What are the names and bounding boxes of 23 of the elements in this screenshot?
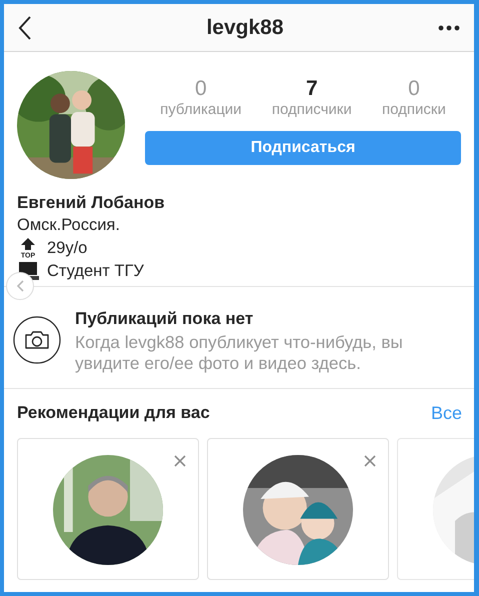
stat-label: публикации bbox=[160, 101, 242, 118]
chevron-left-icon bbox=[16, 280, 24, 292]
stat-label: подписки bbox=[382, 101, 446, 118]
back-icon[interactable] bbox=[18, 16, 32, 40]
bio-text: Студент ТГУ bbox=[47, 260, 144, 280]
stat-count: 0 bbox=[408, 77, 420, 101]
scroll-left-button[interactable] bbox=[6, 272, 34, 300]
username-title: levgk88 bbox=[206, 16, 284, 40]
stat-label: подписчики bbox=[272, 101, 352, 118]
profile-name: Евгений Лобанов bbox=[17, 193, 166, 213]
camera-icon bbox=[13, 316, 61, 364]
empty-message: Когда levgk88 опубликует что-нибудь, вы увидите его/ее фото и видео здесь. bbox=[75, 332, 404, 374]
bio-text: 29y/o bbox=[47, 238, 88, 258]
stat-count: 7 bbox=[306, 77, 318, 101]
follow-button[interactable]: Подписаться bbox=[145, 131, 461, 165]
section-title: Рекомендации для вас bbox=[17, 403, 210, 424]
see-all-link[interactable]: Все bbox=[430, 403, 462, 424]
close-icon[interactable] bbox=[364, 455, 376, 467]
bio-text: Омск.Россия. bbox=[17, 214, 120, 234]
close-icon[interactable] bbox=[174, 455, 186, 467]
stat-count: 0 bbox=[195, 77, 207, 101]
empty-title: Публикаций пока нет bbox=[75, 309, 254, 329]
more-icon[interactable] bbox=[438, 24, 460, 30]
